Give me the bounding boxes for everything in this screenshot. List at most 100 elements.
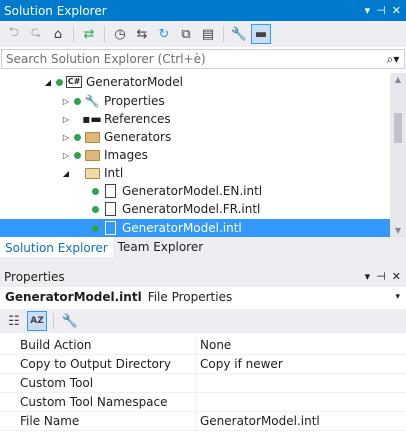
collapsed-arrow-icon[interactable]: ▷ [60, 115, 72, 124]
properties-icon[interactable]: 🔧 [229, 24, 249, 44]
window-position-dropdown-icon[interactable]: ▾ [365, 270, 371, 283]
collapse-all-icon[interactable]: ⧉ [176, 24, 196, 44]
alphabetical-icon[interactable]: AZ [27, 311, 47, 331]
property-name: Custom Tool Namespace [0, 392, 196, 412]
object-name: GeneratorModel.intl [5, 289, 142, 304]
switch-views-icon[interactable]: ⇆ [132, 24, 152, 44]
tree-item-images[interactable]: ▷ Images [0, 146, 390, 164]
tree-item-label: GeneratorModel.EN.intl [122, 184, 263, 198]
object-selector[interactable]: GeneratorModel.intl File Properties ▾ [0, 287, 406, 307]
scroll-up-icon[interactable]: ▲ [390, 75, 406, 84]
tree-item-label: GeneratorModel [86, 75, 183, 89]
toolbar-separator [53, 313, 54, 329]
show-all-files-icon[interactable]: ▤ [198, 24, 218, 44]
preview-icon[interactable]: ▬ [251, 24, 271, 44]
refresh-icon[interactable]: ↻ [154, 24, 174, 44]
property-value[interactable]: None [196, 336, 406, 355]
property-value[interactable] [196, 374, 406, 393]
close-icon[interactable]: ✕ [392, 4, 401, 17]
property-value[interactable]: GeneratorModel.intl [196, 412, 406, 431]
collapsed-arrow-icon[interactable]: ▷ [60, 151, 72, 160]
tree-item-file[interactable]: GeneratorModel.FR.intl [0, 200, 390, 218]
status-check-icon [74, 133, 81, 141]
tree-item-file-selected[interactable]: GeneratorModel.intl [0, 219, 390, 237]
status-check-icon [92, 224, 99, 232]
properties-toolbar: ☷ AZ 🔧 [0, 309, 406, 333]
scroll-thumb[interactable] [394, 113, 402, 143]
status-check-icon [56, 78, 63, 86]
categorized-icon[interactable]: ☷ [4, 311, 24, 331]
tree-item-label: GeneratorModel.intl [122, 221, 242, 235]
forward-icon[interactable]: ⮎ [26, 24, 46, 44]
solution-explorer-toolbar: ⮌ ⮎ ⌂ ⇄ ◷ ⇆ ↻ ⧉ ▤ 🔧 ▬ [0, 21, 406, 47]
chevron-down-icon[interactable]: ▾ [395, 292, 400, 302]
property-value[interactable]: Copy if newer [196, 355, 406, 374]
search-input[interactable] [2, 52, 382, 66]
tree-item-intl[interactable]: ◢ Intl [0, 164, 390, 182]
property-name: Build Action [0, 335, 196, 355]
csharp-project-icon: C# [65, 76, 83, 88]
tree-item-label: GeneratorModel.FR.intl [122, 202, 261, 216]
folder-icon [84, 130, 100, 144]
collapsed-arrow-icon[interactable]: ▷ [60, 97, 72, 106]
tree-item-file[interactable]: GeneratorModel.EN.intl [0, 182, 390, 200]
property-grid: Build Action None Copy to Output Directo… [0, 335, 406, 431]
sync-icon[interactable]: ⇄ [79, 24, 99, 44]
file-icon [102, 221, 118, 235]
tree-item-label: Images [104, 148, 148, 162]
tree-item-generators[interactable]: ▷ Generators [0, 128, 390, 146]
close-icon[interactable]: ✕ [392, 270, 401, 283]
panel-splitter[interactable] [0, 257, 406, 266]
history-icon[interactable]: ◷ [110, 24, 130, 44]
property-row[interactable]: File Name GeneratorModel.intl [0, 411, 406, 431]
tab-solution-explorer[interactable]: Solution Explorer [0, 237, 113, 257]
status-check-icon [92, 187, 99, 195]
tree-item-references[interactable]: ▷ ▪▬ References [0, 110, 390, 128]
toolbar-separator [223, 26, 224, 42]
references-icon: ▪▬ [82, 112, 102, 126]
solution-explorer-title: Solution Explorer [4, 3, 107, 18]
status-check-icon [74, 151, 81, 159]
expanded-arrow-icon[interactable]: ◢ [60, 169, 72, 178]
tree-item-project[interactable]: ◢ C# GeneratorModel [0, 73, 390, 91]
properties-title: Properties [4, 269, 65, 284]
properties-titlebar: Properties ▾ ⊣ ✕ [0, 266, 406, 287]
tree-item-label: Generators [104, 130, 172, 144]
toolbar-separator [104, 26, 105, 42]
auto-hide-pin-icon[interactable]: ⊣ [376, 270, 386, 283]
explorer-tabs: Solution Explorer Team Explorer [0, 237, 406, 257]
property-row[interactable]: Custom Tool [0, 373, 406, 393]
tree-item-label: Properties [104, 94, 165, 108]
collapsed-arrow-icon[interactable]: ▷ [60, 133, 72, 142]
status-check-icon [74, 97, 81, 105]
property-value[interactable] [196, 393, 406, 412]
status-check-icon [92, 205, 99, 213]
object-type: File Properties [147, 289, 233, 304]
tree-item-label: Intl [104, 166, 124, 180]
property-name: File Name [0, 411, 196, 431]
file-icon [102, 184, 118, 198]
home-icon[interactable]: ⌂ [48, 24, 68, 44]
window-position-dropdown-icon[interactable]: ▾ [365, 4, 371, 17]
expanded-arrow-icon[interactable]: ◢ [42, 78, 54, 87]
search-options-icon[interactable]: ⌕▾ [382, 52, 404, 67]
back-icon[interactable]: ⮌ [4, 24, 24, 44]
property-row[interactable]: Custom Tool Namespace [0, 392, 406, 412]
file-icon [102, 202, 118, 216]
folder-icon [84, 148, 100, 162]
tree-scrollbar[interactable]: ▲ ▼ [390, 73, 406, 237]
property-row[interactable]: Copy to Output Directory Copy if newer [0, 354, 406, 374]
tab-team-explorer[interactable]: Team Explorer [113, 237, 209, 257]
auto-hide-pin-icon[interactable]: ⊣ [376, 4, 386, 17]
toolbar-separator [73, 26, 74, 42]
property-name: Custom Tool [0, 373, 196, 393]
tree-item-label: References [104, 112, 171, 126]
property-name: Copy to Output Directory [0, 354, 196, 374]
scroll-down-icon[interactable]: ▼ [390, 226, 406, 235]
tree-item-properties[interactable]: ▷ 🔧 Properties [0, 92, 390, 110]
wrench-icon: 🔧 [84, 94, 100, 108]
property-pages-icon[interactable]: 🔧 [60, 311, 80, 331]
property-row[interactable]: Build Action None [0, 335, 406, 355]
search-box: ⌕▾ [1, 49, 405, 69]
solution-explorer-titlebar: Solution Explorer ▾ ⊣ ✕ [0, 0, 406, 21]
